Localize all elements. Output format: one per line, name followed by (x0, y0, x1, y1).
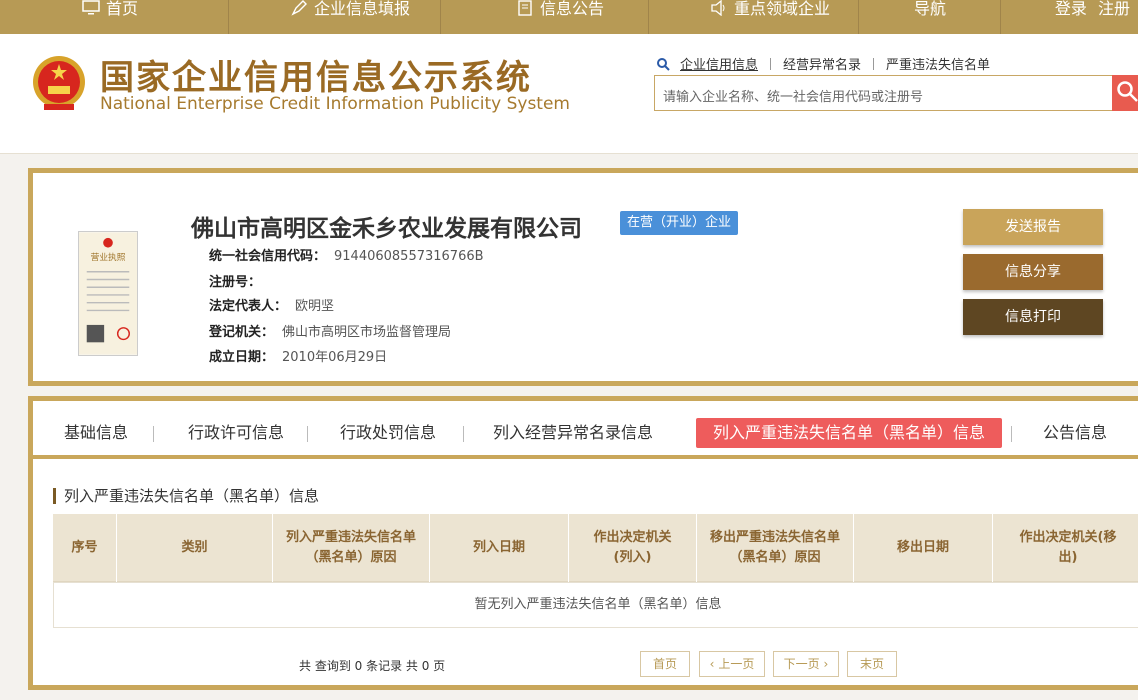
license-title: 营业执照 (91, 251, 126, 263)
top-nav: 首页 企业信息填报 信息公告 重点领域企业 导航 登录 注册 (0, 0, 1138, 34)
print-info-button[interactable]: 信息打印 (963, 299, 1103, 335)
company-name: 佛山市高明区金禾乡农业发展有限公司 (191, 216, 582, 242)
nav-item-home[interactable]: 首页 (70, 0, 150, 34)
tab-blacklist[interactable]: 列入严重违法失信名单（黑名单）信息 (696, 418, 1002, 448)
field-reg-authority: 登记机关： 佛山市高明区市场监督管理局 (209, 325, 452, 340)
tab-admin-penalty[interactable]: 行政处罚信息 (333, 418, 443, 448)
nav-item-report[interactable]: 企业信息填报 (280, 0, 420, 34)
site-header: 国家企业信用信息公示系统 National Enterprise Credit … (0, 34, 1138, 154)
pen-icon (290, 0, 308, 16)
nav-item-label: 导航 (913, 0, 946, 18)
field-reg-number: 注册号： (209, 275, 262, 290)
table-header-cell: 移出日期 (854, 514, 993, 582)
table-header-cell: 移出严重违法失信名单（黑名单）原因 (697, 514, 854, 582)
field-legal-rep: 法定代表人： 欧明坚 (209, 299, 335, 314)
field-credit-code: 统一社会信用代码： 91440608557316766B (209, 249, 484, 264)
speaker-icon (710, 0, 728, 16)
send-report-button[interactable]: 发送报告 (963, 209, 1103, 245)
nav-item-label: 信息公告 (539, 0, 604, 18)
site-title-cn: 国家企业信用信息公示系统 (100, 58, 532, 98)
nav-item-announcement[interactable]: 信息公告 (505, 0, 615, 34)
table-header-cell: 列入日期 (430, 514, 569, 582)
pager-last-button[interactable]: 末页 (847, 651, 897, 677)
company-card: 营业执照 佛山市高明区金禾乡农业发展有限公司 在营（开业）企业 统一社会信用代码… (28, 168, 1138, 386)
status-badge: 在营（开业）企业 (620, 211, 739, 235)
pager-summary: 共 查询到 0 条记录 共 0 页 (299, 659, 446, 673)
site-title-en: National Enterprise Credit Information P… (100, 94, 570, 114)
search-icon (1116, 80, 1138, 106)
tab-abnormal-list[interactable]: 列入经营异常名录信息 (485, 418, 661, 448)
table-header: 序号 类别 列入严重违法失信名单（黑名单）原因 列入日期 作出决定机关(列入) … (53, 514, 1138, 582)
search-icon (656, 57, 670, 71)
search-type-links: 企业信用信息 经营异常名录 严重违法失信名单 (656, 54, 1002, 73)
login-link[interactable]: 登录 (1055, 0, 1087, 18)
tab-announcements[interactable]: 公告信息 (1033, 418, 1117, 448)
register-link[interactable]: 注册 (1098, 0, 1130, 18)
document-icon (516, 0, 534, 16)
chevron-left-icon: ‹ (709, 657, 715, 671)
empty-table-message: 暂无列入严重违法失信名单（黑名单）信息 (53, 582, 1138, 628)
info-panel: 基础信息 行政许可信息 行政处罚信息 列入经营异常名录信息 列入严重违法失信名单… (28, 396, 1138, 690)
business-license-image: 营业执照 (78, 231, 138, 356)
search-input[interactable]: 请输入企业名称、统一社会信用代码或注册号 (654, 75, 1114, 111)
search-link-credit[interactable]: 企业信用信息 (680, 54, 770, 73)
table-header-cell: 序号 (53, 514, 117, 582)
pager-prev-button[interactable]: ‹ 上一页 (699, 651, 765, 677)
national-emblem-icon (30, 54, 88, 114)
pager-first-button[interactable]: 首页 (640, 651, 690, 677)
section-title: 列入严重违法失信名单（黑名单）信息 (53, 488, 319, 504)
tab-admin-license[interactable]: 行政许可信息 (181, 418, 291, 448)
search-link-blacklist[interactable]: 严重违法失信名单 (874, 54, 1002, 73)
share-info-button[interactable]: 信息分享 (963, 254, 1103, 290)
search-link-abnormal[interactable]: 经营异常名录 (771, 54, 873, 73)
login-area: 登录 注册 (1049, 0, 1130, 18)
chevron-right-icon: › (823, 657, 829, 671)
table-header-cell: 作出决定机关(列入) (569, 514, 697, 582)
field-est-date: 成立日期： 2010年06月29日 (209, 350, 388, 365)
table-header-cell: 作出决定机关(移出) (1019, 530, 1117, 565)
tab-basic-info[interactable]: 基础信息 (51, 418, 141, 448)
nav-item-label: 重点领域企业 (733, 0, 830, 18)
pager-next-button[interactable]: 下一页 › (773, 651, 839, 677)
table-header-cell: 类别 (117, 514, 273, 582)
search-button[interactable] (1112, 75, 1138, 111)
nav-item-key-sectors[interactable]: 重点领域企业 (700, 0, 840, 34)
table-header-cell: 列入严重违法失信名单（黑名单）原因 (273, 514, 430, 582)
monitor-icon (82, 0, 100, 15)
nav-item-label: 企业信息填报 (313, 0, 410, 18)
nav-item-navigation[interactable]: 导航 (900, 0, 960, 34)
nav-item-label: 首页 (105, 0, 138, 18)
tab-bar: 基础信息 行政许可信息 行政处罚信息 列入经营异常名录信息 列入严重违法失信名单… (33, 401, 1138, 459)
